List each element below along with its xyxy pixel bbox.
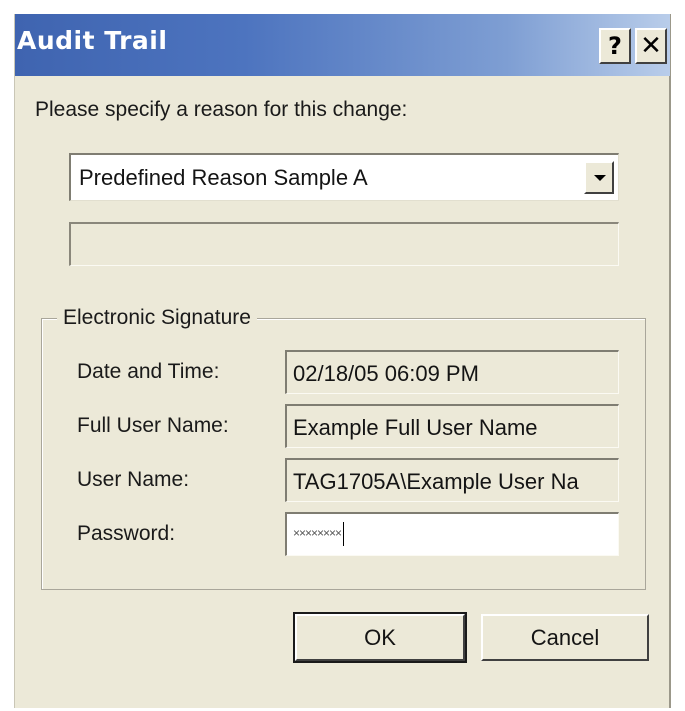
password-mask: ×××××××× <box>293 526 342 540</box>
chevron-down-icon[interactable] <box>584 161 614 194</box>
reason-dropdown[interactable]: Predefined Reason Sample A <box>69 153 619 201</box>
reason-prompt: Please specify a reason for this change: <box>35 98 408 121</box>
user-name-label: User Name: <box>77 468 190 491</box>
cancel-button[interactable]: Cancel <box>481 614 649 661</box>
date-time-field: 02/18/05 06:09 PM <box>285 350 619 394</box>
reason-dropdown-value: Predefined Reason Sample A <box>79 165 368 190</box>
text-caret <box>343 522 345 546</box>
full-user-name-label: Full User Name: <box>77 414 229 437</box>
electronic-signature-legend: Electronic Signature <box>57 306 257 330</box>
audit-trail-dialog: Audit Trail ? ✕ Please specify a reason … <box>14 14 671 708</box>
close-icon: ✕ <box>640 31 662 61</box>
help-icon: ? <box>608 32 622 60</box>
user-name-field: TAG1705A\Example User Na <box>285 458 619 502</box>
title-bar[interactable]: Audit Trail ? ✕ <box>15 14 670 76</box>
window-title: Audit Trail <box>17 26 168 55</box>
date-time-label: Date and Time: <box>77 360 220 383</box>
full-user-name-field: Example Full User Name <box>285 404 619 448</box>
ok-button[interactable]: OK <box>293 612 467 663</box>
help-button[interactable]: ? <box>599 28 631 64</box>
reason-text-field[interactable] <box>69 222 619 266</box>
password-field[interactable]: ×××××××× <box>285 512 619 556</box>
close-button[interactable]: ✕ <box>635 28 667 64</box>
password-label: Password: <box>77 522 176 545</box>
